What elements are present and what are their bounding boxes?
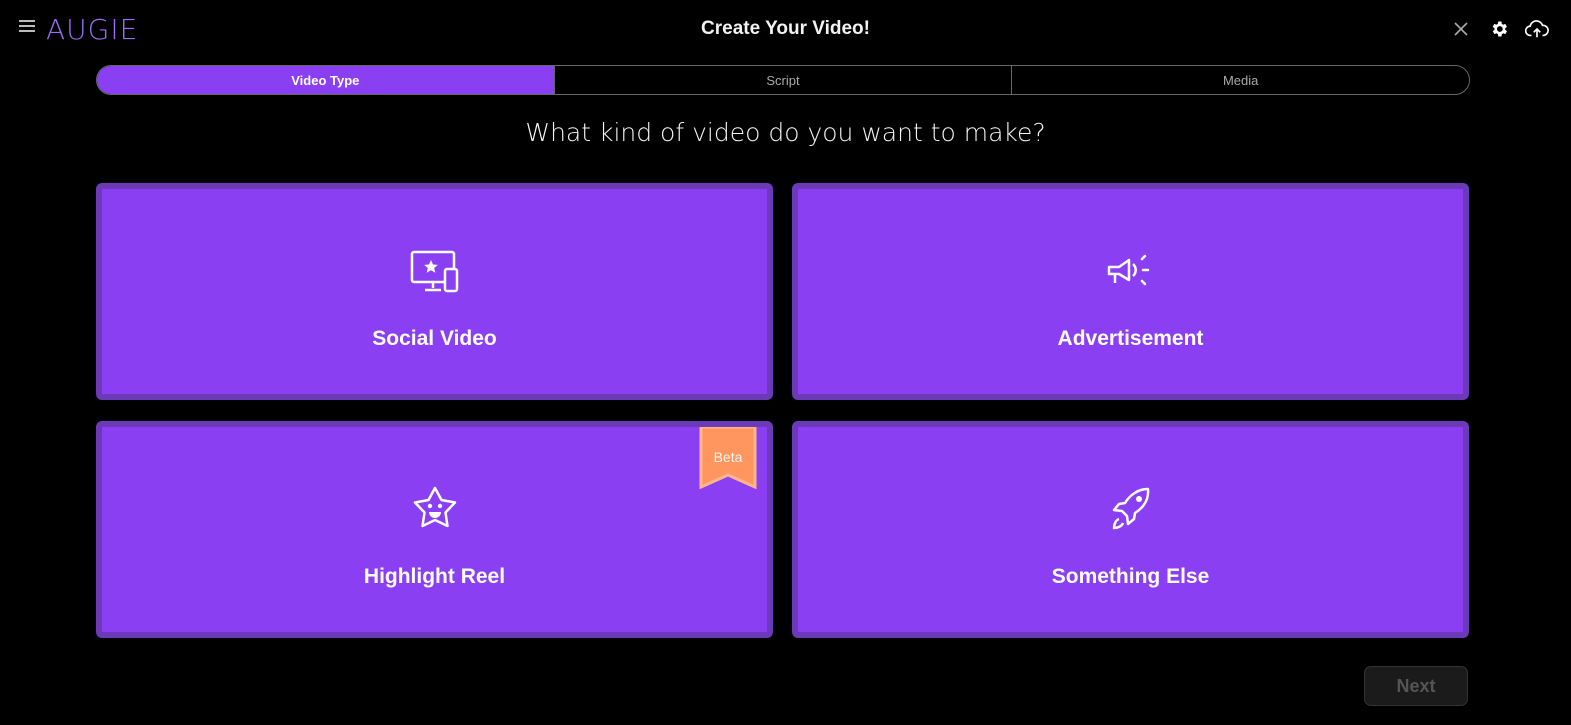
card-social-video[interactable]: Social Video (96, 183, 773, 400)
step-script[interactable]: Script (553, 66, 1012, 94)
devices-star-icon (410, 250, 458, 293)
close-icon[interactable] (1449, 17, 1473, 41)
page-title: Create Your Video! (701, 18, 870, 39)
top-bar: AUGIE Create Your Video! (0, 0, 1571, 60)
card-label: Advertisement (1057, 327, 1204, 350)
step-video-type[interactable]: Video Type (97, 66, 554, 94)
top-actions (1449, 17, 1549, 41)
card-highlight-reel[interactable]: Highlight Reel Beta (96, 421, 773, 638)
card-label: Something Else (1051, 565, 1210, 588)
card-label: Social Video (372, 327, 497, 350)
smiling-star-icon (413, 486, 456, 528)
progress-stepper: Video Type Script Media (96, 65, 1470, 95)
step-media[interactable]: Media (1011, 66, 1469, 94)
beta-badge: Beta (713, 449, 743, 465)
card-something-else[interactable]: Something Else (792, 421, 1469, 638)
megaphone-icon (1107, 254, 1149, 286)
card-advertisement[interactable]: Advertisement (792, 183, 1469, 400)
question-heading: What kind of video do you want to make? (525, 118, 1046, 147)
next-button[interactable]: Next (1364, 666, 1468, 706)
card-label: Highlight Reel (363, 565, 506, 588)
gear-icon[interactable] (1487, 17, 1511, 41)
video-type-grid: Social Video Advertisement Highlight Ree… (96, 183, 1469, 638)
cloud-upload-icon[interactable] (1525, 17, 1549, 41)
rocket-icon (1112, 487, 1149, 530)
